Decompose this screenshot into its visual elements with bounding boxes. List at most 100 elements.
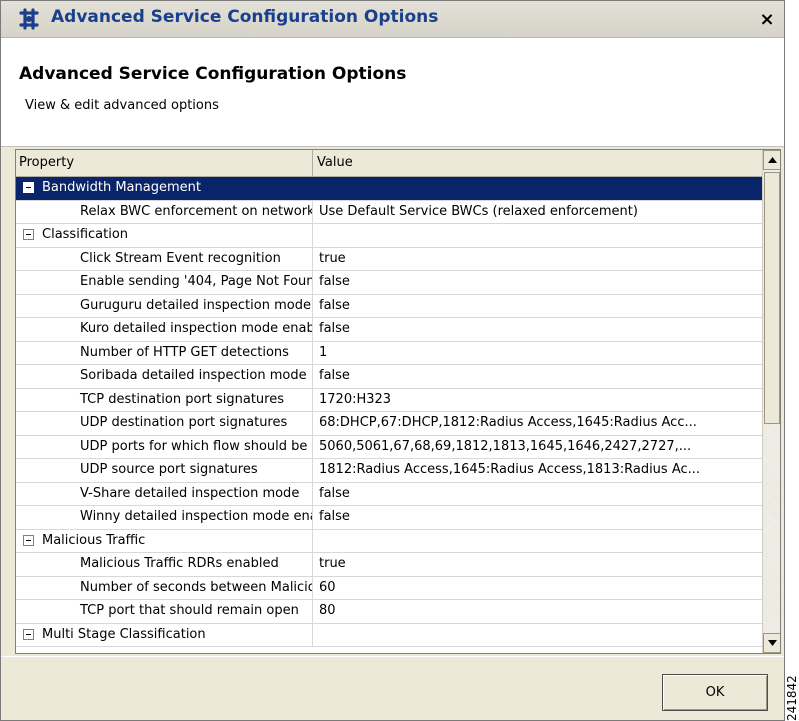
- close-button[interactable]: ×: [756, 9, 778, 31]
- property-row[interactable]: UDP ports for which flow should be 5060,5…: [16, 435, 762, 459]
- property-row[interactable]: Malicious Traffic RDRs enabled true: [16, 553, 762, 577]
- property-cell: TCP destination port signatures: [16, 388, 313, 411]
- scroll-up-button[interactable]: [763, 150, 780, 170]
- property-cell: Kuro detailed inspection mode enabled: [16, 318, 313, 341]
- value-cell[interactable]: false: [314, 506, 762, 529]
- value-cell[interactable]: [314, 224, 762, 247]
- property-row[interactable]: Number of HTTP GET detections 1: [16, 341, 762, 365]
- property-label: Number of HTTP GET detections: [80, 344, 289, 360]
- property-label: Guruguru detailed inspection mode: [80, 297, 311, 313]
- scroll-down-button[interactable]: [763, 633, 780, 653]
- property-label: Number of seconds between Malicious: [80, 579, 313, 595]
- property-row[interactable]: TCP destination port signatures 1720:H323: [16, 388, 762, 412]
- property-row[interactable]: Guruguru detailed inspection mode false: [16, 294, 762, 318]
- property-label: Soribada detailed inspection mode: [80, 368, 307, 383]
- property-label: TCP port that should remain open: [80, 603, 299, 618]
- value-cell[interactable]: 68:DHCP,67:DHCP,1812:Radius Access,1645:…: [314, 412, 762, 435]
- arrow-down-icon: [768, 640, 777, 646]
- property-grid: Property Value Bandwidth Management Relax…: [15, 149, 781, 654]
- property-cell: Multi Stage Classification: [16, 623, 313, 646]
- value-cell[interactable]: false: [314, 318, 762, 341]
- property-label: UDP source port signatures: [80, 462, 258, 477]
- value-cell[interactable]: [314, 177, 762, 200]
- category-row[interactable]: Classification: [16, 224, 762, 248]
- value-cell[interactable]: 5060,5061,67,68,69,1812,1813,1645,1646,2…: [314, 436, 762, 459]
- value-cell[interactable]: true: [314, 248, 762, 271]
- category-row[interactable]: Malicious Traffic: [16, 529, 762, 553]
- property-cell: Click Stream Event recognition: [16, 247, 313, 270]
- property-cell: Malicious Traffic: [16, 529, 313, 552]
- value-cell[interactable]: true: [314, 553, 762, 576]
- value-cell[interactable]: Use Default Service BWCs (relaxed enforc…: [314, 201, 762, 224]
- property-label: UDP destination port signatures: [80, 415, 288, 430]
- grid-rows: Bandwidth Management Relax BWC enforcemen…: [16, 177, 762, 647]
- header-title: Advanced Service Configuration Options: [19, 64, 407, 84]
- property-row[interactable]: Soribada detailed inspection mode false: [16, 365, 762, 389]
- property-label: Kuro detailed inspection mode enabled: [80, 321, 313, 336]
- value-cell[interactable]: false: [314, 483, 762, 506]
- ok-button[interactable]: OK: [662, 674, 768, 711]
- value-cell[interactable]: 60: [314, 577, 762, 600]
- scroll-thumb[interactable]: [764, 172, 780, 424]
- property-cell: Relax BWC enforcement on network: [16, 200, 313, 223]
- property-label: Click Stream Event recognition: [80, 250, 281, 266]
- property-row[interactable]: TCP port that should remain open 80: [16, 600, 762, 624]
- figure-id: 241842: [785, 675, 799, 721]
- property-row[interactable]: V-Share detailed inspection mode false: [16, 482, 762, 506]
- value-cell[interactable]: false: [314, 271, 762, 294]
- value-cell[interactable]: [314, 530, 762, 553]
- column-header-property[interactable]: Property: [16, 150, 313, 176]
- property-row[interactable]: UDP destination port signatures 68:DHCP,6…: [16, 412, 762, 436]
- window-title: Advanced Service Configuration Options: [51, 7, 439, 27]
- property-cell: Malicious Traffic RDRs enabled: [16, 553, 313, 576]
- value-cell[interactable]: false: [314, 295, 762, 318]
- property-row[interactable]: UDP source port signatures 1812:Radius Ac…: [16, 459, 762, 483]
- property-row[interactable]: Enable sending '404, Page Not Found' fals…: [16, 271, 762, 295]
- property-cell: UDP ports for which flow should be: [16, 435, 313, 458]
- title-bar[interactable]: Advanced Service Configuration Options ×: [1, 1, 784, 38]
- collapse-icon[interactable]: [23, 534, 34, 546]
- property-cell: Enable sending '404, Page Not Found': [16, 271, 313, 294]
- property-row[interactable]: Number of seconds between Malicious 60: [16, 576, 762, 600]
- category-row[interactable]: Multi Stage Classification: [16, 623, 762, 647]
- property-cell: Bandwidth Management: [16, 177, 313, 200]
- property-label: UDP ports for which flow should be: [80, 438, 308, 454]
- arrow-up-icon: [768, 157, 777, 163]
- property-cell: TCP port that should remain open: [16, 600, 313, 623]
- collapse-icon[interactable]: [23, 628, 34, 640]
- grid-header: Property Value: [16, 150, 762, 177]
- category-row[interactable]: Bandwidth Management: [16, 177, 762, 201]
- property-label: Enable sending '404, Page Not Found': [80, 274, 313, 289]
- property-cell: UDP destination port signatures: [16, 412, 313, 435]
- property-row[interactable]: Click Stream Event recognition true: [16, 247, 762, 271]
- dialog-footer: OK: [1, 656, 784, 720]
- value-cell[interactable]: 1: [314, 342, 762, 365]
- property-label: Winny detailed inspection mode enabled: [80, 509, 312, 524]
- property-cell: Number of seconds between Malicious: [16, 576, 313, 599]
- column-header-value[interactable]: Value: [314, 150, 762, 176]
- property-row[interactable]: Relax BWC enforcement on network Use Defa…: [16, 200, 762, 224]
- property-label: Relax BWC enforcement on network: [80, 203, 313, 219]
- property-row[interactable]: Winny detailed inspection mode enabledfa…: [16, 506, 762, 530]
- value-cell[interactable]: 1812:Radius Access,1645:Radius Access,18…: [314, 459, 762, 482]
- dialog-header: Advanced Service Configuration Options V…: [1, 38, 784, 147]
- property-cell: Guruguru detailed inspection mode: [16, 294, 313, 317]
- vertical-scrollbar[interactable]: [762, 150, 780, 653]
- app-icon: [19, 8, 39, 30]
- collapse-icon[interactable]: [23, 182, 34, 193]
- collapse-icon[interactable]: [23, 229, 34, 240]
- value-cell[interactable]: 1720:H323: [314, 389, 762, 412]
- property-label: Classification: [42, 227, 129, 242]
- value-cell[interactable]: false: [314, 365, 762, 388]
- property-cell: Winny detailed inspection mode enabled: [16, 506, 313, 529]
- property-row[interactable]: Kuro detailed inspection mode enabled fal…: [16, 318, 762, 342]
- property-cell: UDP source port signatures: [16, 459, 313, 482]
- property-label: TCP destination port signatures: [80, 391, 284, 407]
- property-cell: Classification: [16, 224, 313, 247]
- property-label: Multi Stage Classification: [42, 626, 206, 642]
- property-cell: Soribada detailed inspection mode: [16, 365, 313, 388]
- property-label: V-Share detailed inspection mode: [80, 485, 300, 501]
- property-label: Malicious Traffic: [42, 532, 146, 548]
- value-cell[interactable]: [314, 624, 762, 647]
- value-cell[interactable]: 80: [314, 600, 762, 623]
